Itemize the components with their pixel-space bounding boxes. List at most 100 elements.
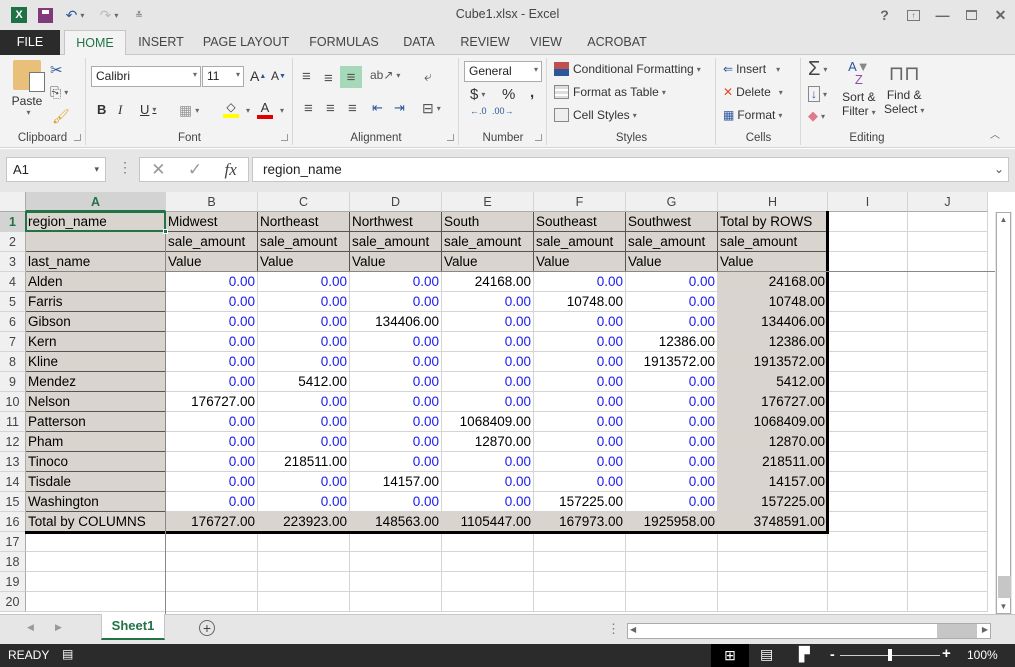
value-cell[interactable]: 134406.00 bbox=[350, 312, 442, 332]
page-layout-view-icon[interactable]: ▤ bbox=[760, 646, 773, 663]
value-cell[interactable]: 0.00 bbox=[626, 492, 718, 512]
value-cell[interactable]: 0.00 bbox=[350, 272, 442, 292]
column-header-d[interactable]: D bbox=[350, 192, 442, 212]
value-cell[interactable]: 157225.00 bbox=[534, 492, 626, 512]
column-total-cell[interactable]: 1925958.00 bbox=[626, 512, 718, 532]
row-total-cell[interactable]: 10748.00 bbox=[718, 292, 828, 312]
value-cell[interactable]: 0.00 bbox=[350, 352, 442, 372]
empty-cell[interactable] bbox=[908, 332, 988, 352]
align-left-icon[interactable]: ≡ bbox=[304, 100, 313, 117]
pivot-column-header[interactable]: Midwest bbox=[166, 212, 258, 232]
value-cell[interactable]: 0.00 bbox=[166, 452, 258, 472]
value-cell[interactable]: 0.00 bbox=[350, 292, 442, 312]
value-cell[interactable]: 12386.00 bbox=[626, 332, 718, 352]
row-total-cell[interactable]: 24168.00 bbox=[718, 272, 828, 292]
column-header-b[interactable]: B bbox=[166, 192, 258, 212]
value-cell[interactable]: 0.00 bbox=[442, 352, 534, 372]
empty-cell[interactable] bbox=[828, 292, 908, 312]
minimize-icon[interactable]: — bbox=[928, 0, 957, 30]
empty-cell[interactable] bbox=[26, 592, 166, 612]
empty-cell[interactable] bbox=[908, 352, 988, 372]
scroll-up-icon[interactable]: ▲ bbox=[997, 215, 1010, 224]
empty-cell[interactable] bbox=[166, 532, 258, 552]
value-cell[interactable]: 0.00 bbox=[166, 352, 258, 372]
empty-cell[interactable] bbox=[908, 232, 988, 252]
pivot-column-header[interactable]: Total by ROWS bbox=[718, 212, 828, 232]
empty-cell[interactable] bbox=[828, 232, 908, 252]
empty-cell[interactable] bbox=[258, 552, 350, 572]
column-header-g[interactable]: G bbox=[626, 192, 718, 212]
value-cell[interactable]: 0.00 bbox=[626, 312, 718, 332]
format-as-table-button[interactable]: Format as Table ▾ bbox=[554, 85, 666, 99]
value-cell[interactable]: 0.00 bbox=[626, 452, 718, 472]
row-header-11[interactable]: 11 bbox=[0, 412, 26, 432]
empty-cell[interactable] bbox=[828, 412, 908, 432]
increase-font-size-icon[interactable]: A ▲ bbox=[250, 68, 266, 84]
row-header-6[interactable]: 6 bbox=[0, 312, 26, 332]
pivot-value-header[interactable]: Value bbox=[166, 252, 258, 272]
select-all-corner[interactable] bbox=[0, 192, 26, 212]
pivot-column-header[interactable]: Northwest bbox=[350, 212, 442, 232]
formula-bar-splitter-icon[interactable]: ⋮ bbox=[118, 159, 132, 176]
row-total-cell[interactable]: 12386.00 bbox=[718, 332, 828, 352]
center-icon[interactable]: ≡ bbox=[326, 100, 335, 117]
value-cell[interactable]: 0.00 bbox=[166, 312, 258, 332]
empty-cell[interactable] bbox=[26, 552, 166, 572]
row-header-14[interactable]: 14 bbox=[0, 472, 26, 492]
empty-cell[interactable] bbox=[626, 532, 718, 552]
vertical-scroll-thumb[interactable] bbox=[998, 576, 1011, 598]
empty-cell[interactable] bbox=[534, 572, 626, 592]
decrease-decimal-icon[interactable]: .00→ bbox=[492, 106, 514, 116]
pivot-measure-header[interactable]: sale_amount bbox=[718, 232, 828, 252]
empty-cell[interactable] bbox=[442, 532, 534, 552]
value-cell[interactable]: 0.00 bbox=[166, 332, 258, 352]
new-sheet-icon[interactable]: + bbox=[199, 620, 215, 636]
row-header-2[interactable]: 2 bbox=[0, 232, 26, 252]
value-cell[interactable]: 5412.00 bbox=[258, 372, 350, 392]
delete-cells-button[interactable]: ✕ Delete ▾ bbox=[723, 85, 783, 99]
value-cell[interactable]: 0.00 bbox=[442, 472, 534, 492]
percent-style-button[interactable]: % bbox=[502, 86, 515, 103]
value-cell[interactable]: 0.00 bbox=[534, 432, 626, 452]
value-cell[interactable]: 0.00 bbox=[626, 432, 718, 452]
tab-formulas[interactable]: FORMULAS bbox=[302, 30, 386, 55]
empty-cell[interactable] bbox=[828, 592, 908, 612]
empty-cell[interactable] bbox=[534, 532, 626, 552]
empty-cell[interactable] bbox=[828, 332, 908, 352]
tab-file[interactable]: FILE bbox=[0, 30, 60, 55]
column-header-e[interactable]: E bbox=[442, 192, 534, 212]
font-color-icon[interactable]: A bbox=[257, 100, 273, 119]
close-icon[interactable]: ✕ bbox=[986, 0, 1015, 30]
empty-cell[interactable] bbox=[828, 492, 908, 512]
empty-cell[interactable] bbox=[828, 532, 908, 552]
value-cell[interactable]: 0.00 bbox=[350, 372, 442, 392]
empty-cell[interactable] bbox=[908, 492, 988, 512]
format-painter-icon[interactable]: 🖌 bbox=[52, 108, 70, 125]
row-header-3[interactable]: 3 bbox=[0, 252, 26, 272]
empty-cell[interactable] bbox=[908, 292, 988, 312]
value-cell[interactable]: 0.00 bbox=[534, 372, 626, 392]
pivot-row-label[interactable]: Tisdale bbox=[26, 472, 166, 492]
value-cell[interactable]: 0.00 bbox=[626, 472, 718, 492]
pivot-blank-cell[interactable] bbox=[26, 232, 166, 252]
row-total-cell[interactable]: 157225.00 bbox=[718, 492, 828, 512]
value-cell[interactable]: 0.00 bbox=[258, 292, 350, 312]
value-cell[interactable]: 0.00 bbox=[350, 452, 442, 472]
pivot-row-label[interactable]: Patterson bbox=[26, 412, 166, 432]
value-cell[interactable]: 0.00 bbox=[442, 372, 534, 392]
pivot-row-label[interactable]: Pham bbox=[26, 432, 166, 452]
row-header-5[interactable]: 5 bbox=[0, 292, 26, 312]
zoom-out-icon[interactable]: - bbox=[830, 646, 835, 662]
row-total-cell[interactable]: 5412.00 bbox=[718, 372, 828, 392]
font-launcher-icon[interactable] bbox=[281, 134, 288, 141]
column-total-cell[interactable]: 1105447.00 bbox=[442, 512, 534, 532]
cut-icon[interactable]: ✂ bbox=[50, 61, 63, 79]
value-cell[interactable]: 0.00 bbox=[166, 432, 258, 452]
column-totals-label[interactable]: Total by COLUMNS bbox=[26, 512, 166, 532]
pivot-measure-header[interactable]: sale_amount bbox=[166, 232, 258, 252]
pivot-column-header[interactable]: South bbox=[442, 212, 534, 232]
pivot-row-label[interactable]: Gibson bbox=[26, 312, 166, 332]
row-total-cell[interactable]: 1913572.00 bbox=[718, 352, 828, 372]
row-total-cell[interactable]: 12870.00 bbox=[718, 432, 828, 452]
row-header-17[interactable]: 17 bbox=[0, 532, 26, 552]
